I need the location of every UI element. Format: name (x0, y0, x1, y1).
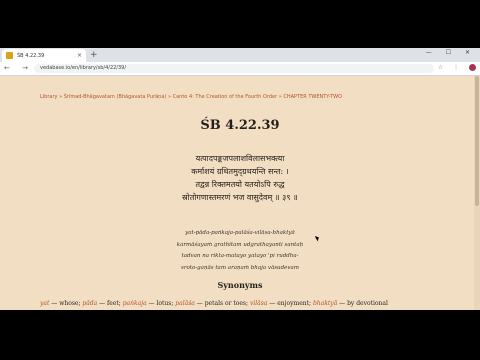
translit-line: karmāśayaṁ grathitam udgrathayanti santa… (176, 241, 304, 248)
translit-line: sroto-gaṇās tam araṇaṁ bhaja vāsudevam (181, 264, 299, 271)
tab-bar: ŚB 4.22.39 × + — ☐ ✕ (0, 48, 480, 62)
synonyms-heading: Synonyms (217, 280, 263, 290)
synonym-meaning: — by devotional (337, 300, 388, 307)
tab-title: ŚB 4.22.39 (17, 52, 45, 59)
bookmark-menu-icons[interactable]: ☆ ⋮ (438, 64, 463, 71)
page-title: ŚB 4.22.39 (200, 118, 280, 133)
transliteration: yat-pāda-paṅkaja-palāśa-vilāsa-bhaktyā k… (0, 228, 480, 274)
tab-active[interactable]: ŚB 4.22.39 × (2, 49, 86, 62)
devanagari-verse: यत्पादपङ्कजपलाशविलासभक्त्या कर्माशयं ग्र… (0, 152, 480, 204)
verse-line: कर्माशयं ग्रथितमुद्ग्रथयन्ति सन्त: । (191, 167, 289, 176)
vedabase-favicon-icon (6, 52, 13, 59)
synonym-meaning: — lotus; (146, 300, 176, 307)
avatar[interactable] (469, 64, 476, 71)
synonym-meaning: — enjoyment; (267, 300, 313, 307)
synonym-meaning: — petals or toes; (194, 300, 250, 307)
synonym-word-link[interactable]: paṅkaja (123, 300, 147, 307)
verse-line: तद्वन्न रिक्तमतयो यतयोऽपि रुद्ध (195, 180, 285, 189)
new-tab-button[interactable]: + (90, 49, 98, 61)
window-controls[interactable]: — ☐ ✕ (426, 49, 476, 56)
synonyms-line: yat — whose; pāda — feet; paṅkaja — lotu… (40, 300, 388, 307)
url-text: vedabase.io/en/library/sb/4/22/39/ (40, 65, 127, 71)
translit-line: yat-pāda-paṅkaja-palāśa-vilāsa-bhaktyā (185, 230, 295, 236)
synonym-meaning: — feet; (97, 300, 123, 307)
synonym-word-link[interactable]: pāda (82, 300, 97, 307)
synonym-word-link[interactable]: yat (40, 300, 49, 307)
breadcrumb[interactable]: Library » Śrīmad-Bhāgavatam (Bhāgavata P… (40, 94, 342, 100)
translit-line: tadvan na rikta-matayo yatayo 'pi ruddha… (181, 253, 299, 259)
verse-line: यत्पादपङ्कजपलाशविलासभक्त्या (195, 154, 285, 163)
synonym-meaning: — whose; (49, 300, 83, 307)
verse-line: स्रोतोगणास्तमरणं भज वासुदेवम् ॥ ३९ ॥ (182, 193, 298, 202)
address-bar-icons[interactable]: ☆ ⋮ (438, 64, 476, 71)
synonym-word-link[interactable]: bhaktyā (313, 300, 337, 307)
address-bar: ← → ⟳ vedabase.io/en/library/sb/4/22/39/… (0, 62, 480, 76)
tab-close-icon[interactable]: × (77, 52, 82, 59)
synonym-word-link[interactable]: vilāsa (250, 300, 267, 307)
synonym-word-link[interactable]: palāśa (175, 300, 195, 307)
url-field[interactable]: vedabase.io/en/library/sb/4/22/39/ (34, 64, 434, 73)
